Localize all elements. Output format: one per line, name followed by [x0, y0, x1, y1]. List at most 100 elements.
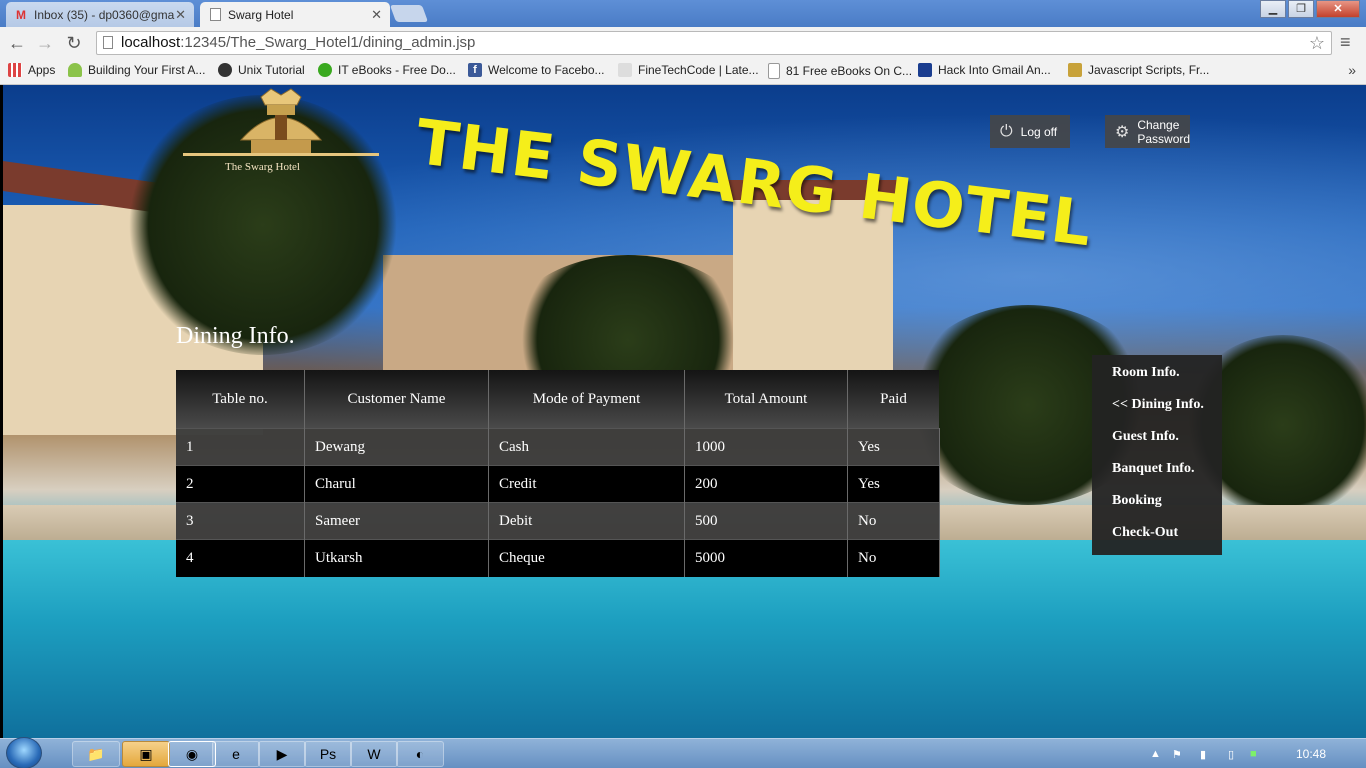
column-header: Total Amount — [684, 370, 848, 429]
bookmark-label: 81 Free eBooks On C... — [786, 64, 913, 78]
table-cell: Sameer — [304, 502, 489, 540]
table-cell: Cheque — [488, 539, 685, 577]
status-icon[interactable]: ■ — [1250, 748, 1257, 760]
gmail-icon: M — [16, 7, 26, 22]
dining-table: Table no. Customer Name Mode of Payment … — [176, 370, 940, 577]
menu-item-guest-info[interactable]: Guest Info. — [1112, 429, 1179, 445]
page-icon — [103, 36, 113, 49]
column-header: Paid — [847, 370, 939, 429]
table-cell: Credit — [488, 465, 685, 503]
menu-item-dining-info[interactable]: << Dining Info. — [1112, 397, 1204, 413]
side-menu: Room Info. << Dining Info. Guest Info. B… — [1092, 355, 1222, 555]
page-background: The Swarg Hotel THE SWARG HOTEL ⏻ Log of… — [3, 85, 1366, 738]
efy-icon — [918, 63, 932, 77]
bookmark-item[interactable]: 81 Free eBooks On C... — [768, 63, 912, 79]
menu-item-room-info[interactable]: Room Info. — [1112, 365, 1180, 381]
table-cell: 1 — [176, 428, 305, 466]
windows-app-icon[interactable]: ▣ — [122, 741, 170, 767]
tux-icon — [218, 63, 232, 77]
maximize-button[interactable]: ❐ — [1288, 0, 1314, 18]
tab-inbox[interactable]: M Inbox (35) - dp0360@gma ✕ — [6, 2, 194, 27]
table-cell: Cash — [488, 428, 685, 466]
bookmark-label: Javascript Scripts, Fr... — [1088, 63, 1210, 77]
explorer-icon[interactable]: 📁 — [72, 741, 120, 767]
battery-icon[interactable]: ▯ — [1228, 748, 1234, 761]
bookmark-item[interactable]: Hack Into Gmail An... — [918, 63, 1051, 77]
close-tab-icon[interactable]: ✕ — [371, 7, 382, 23]
gear-icon: ⚙ — [1115, 123, 1130, 141]
table-row: 3 Sameer Debit 500 No — [176, 502, 940, 540]
close-tab-icon[interactable]: ✕ — [175, 7, 186, 23]
reload-icon[interactable]: ↻ — [63, 32, 85, 54]
bookmark-item[interactable]: IT eBooks - Free Do... — [318, 63, 456, 77]
change-password-line2: Password — [1137, 131, 1191, 146]
signal-icon[interactable]: ▮ — [1200, 748, 1206, 761]
show-hidden-icons-icon[interactable]: ▲ — [1150, 748, 1161, 760]
table-cell: Dewang — [304, 428, 489, 466]
address-bar[interactable]: localhost:12345/The_Swarg_Hotel1/dining_… — [96, 31, 1332, 55]
back-arrow-icon[interactable]: ← — [6, 32, 28, 54]
table-cell: Yes — [847, 465, 940, 503]
media-player-icon[interactable]: ▶ — [258, 741, 306, 767]
bookmark-item[interactable]: Unix Tutorial — [218, 63, 305, 77]
tab-swarg-hotel[interactable]: Swarg Hotel ✕ — [200, 2, 390, 27]
clock[interactable]: 10:48 — [1296, 747, 1326, 761]
chrome-icon[interactable]: ◉ — [168, 741, 216, 767]
forward-arrow-icon[interactable]: → — [34, 32, 56, 54]
tab-title: Swarg Hotel — [228, 7, 294, 22]
change-password-line1: Change — [1137, 117, 1180, 132]
change-password-button[interactable]: ⚙ Change Password — [1105, 115, 1190, 148]
bookmark-item[interactable]: Building Your First A... — [68, 63, 205, 77]
bookmark-apps[interactable]: Apps — [8, 63, 55, 77]
table-cell: 500 — [684, 502, 848, 540]
minimize-button[interactable]: ▁ — [1260, 0, 1286, 18]
logoff-button[interactable]: ⏻ Log off — [990, 115, 1070, 148]
menu-item-check-out[interactable]: Check-Out — [1112, 525, 1178, 541]
photoshop-icon[interactable]: Ps — [304, 741, 352, 767]
js-icon — [1068, 63, 1082, 77]
eclipse-icon[interactable]: ◐ — [396, 741, 444, 767]
table-cell: No — [847, 502, 940, 540]
bookmark-label: Hack Into Gmail An... — [938, 63, 1051, 77]
table-cell: Utkarsh — [304, 539, 489, 577]
ftc-icon — [618, 63, 632, 77]
table-cell: 200 — [684, 465, 848, 503]
bookmark-star-icon[interactable]: ☆ — [1309, 32, 1325, 54]
table-cell: No — [847, 539, 940, 577]
table-cell: 1000 — [684, 428, 848, 466]
tab-title: Inbox (35) - dp0360@gma — [34, 7, 175, 22]
table-cell: Yes — [847, 428, 940, 466]
window-controls: ▁ ❐ ✕ — [1258, 0, 1360, 18]
bookmark-label: Building Your First A... — [88, 63, 206, 77]
network-flag-icon[interactable]: ⚑ — [1172, 748, 1182, 761]
android-icon — [68, 63, 82, 77]
word-icon[interactable]: W — [350, 741, 398, 767]
bookmark-label: IT eBooks - Free Do... — [338, 63, 456, 77]
bookmark-label: Welcome to Facebo... — [488, 63, 605, 77]
facebook-icon: f — [468, 63, 482, 77]
logoff-label: Log off — [1020, 124, 1058, 139]
bookmark-item[interactable]: FineTechCode | Late... — [618, 63, 759, 77]
change-password-label: Change Password — [1137, 118, 1190, 146]
table-row: 1 Dewang Cash 1000 Yes — [176, 428, 940, 466]
bookmark-label: FineTechCode | Late... — [638, 63, 759, 77]
close-window-button[interactable]: ✕ — [1316, 0, 1360, 18]
menu-icon[interactable]: ≡ — [1340, 32, 1351, 53]
page-icon — [208, 8, 222, 22]
table-cell: 4 — [176, 539, 305, 577]
bookmark-label: Apps — [28, 63, 56, 77]
start-button[interactable] — [6, 737, 42, 768]
column-header: Customer Name — [304, 370, 489, 429]
bookmark-item[interactable]: f Welcome to Facebo... — [468, 63, 605, 77]
url-path: :12345/The_Swarg_Hotel1/dining_admin.jsp — [180, 34, 476, 51]
url-host: localhost — [121, 34, 181, 51]
new-tab-button[interactable] — [389, 5, 429, 22]
page-icon — [768, 63, 780, 79]
green-circle-icon — [318, 63, 332, 77]
bookmark-item[interactable]: Javascript Scripts, Fr... — [1068, 63, 1209, 77]
menu-item-booking[interactable]: Booking — [1112, 493, 1162, 509]
ie-icon[interactable]: e — [212, 741, 260, 767]
table-row: 4 Utkarsh Cheque 5000 No — [176, 539, 940, 577]
menu-item-banquet-info[interactable]: Banquet Info. — [1112, 461, 1194, 477]
more-bookmarks-icon[interactable]: » — [1348, 62, 1356, 78]
